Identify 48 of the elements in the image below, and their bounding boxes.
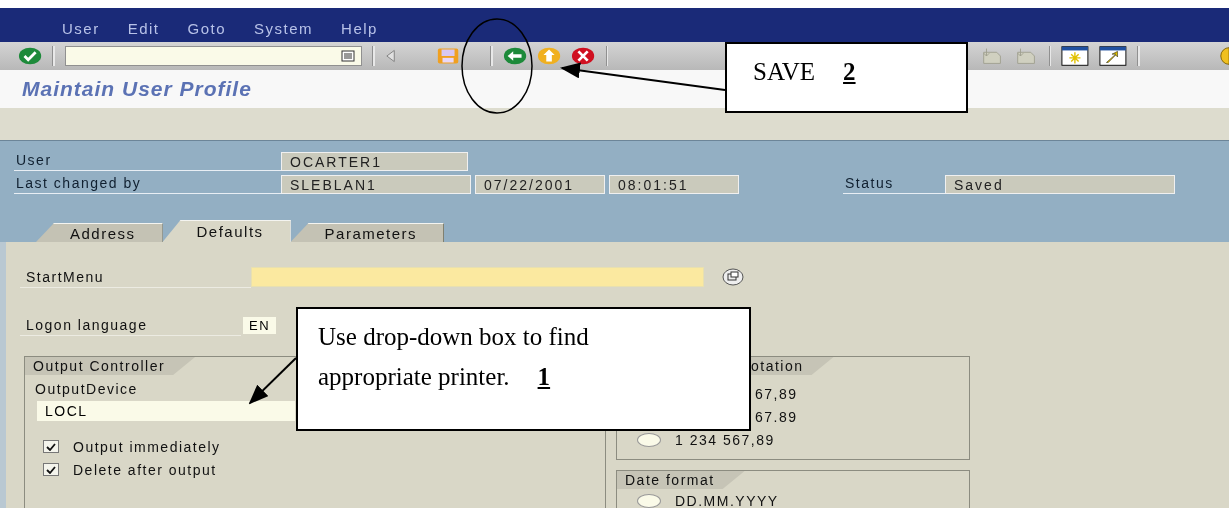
radio-button[interactable] [637,432,661,447]
command-field[interactable] [64,46,363,66]
tab[interactable]: Parameters [290,223,445,242]
menu-item[interactable]: Edit [127,20,160,37]
enter-icon[interactable] [18,46,43,66]
checkbox[interactable] [43,463,59,476]
menu-item[interactable]: Goto [187,20,227,37]
radio-label: DD.MM.YYYY [675,492,779,508]
status-value: Saved [945,174,1175,194]
new-session-icon[interactable] [1061,45,1090,67]
start-menu-field[interactable] [251,267,704,287]
tab[interactable]: Address [36,223,163,242]
checkbox[interactable] [43,440,59,453]
date-value: 07/22/2001 [475,174,605,194]
callout-text: SAVE 2 [752,57,857,87]
field-label: User [14,151,281,171]
cancel-icon[interactable] [571,46,596,66]
language-value[interactable]: EN [243,316,277,334]
history-icon[interactable] [341,50,356,62]
output-device-field[interactable]: LOCL [37,401,295,421]
help-icon[interactable] [1217,46,1229,66]
checkbox-label: Output immediately [73,438,221,455]
radio-label: 67,89 [755,385,798,402]
changed-by-value: SLEBLAN1 [281,174,471,194]
user-value: OCARTER1 [281,151,468,171]
menu-item[interactable]: Help [341,20,378,37]
field-label: Logon language [20,314,241,336]
radio-label: 67.89 [755,408,798,425]
radio-label: 1 234 567,89 [675,431,775,448]
radio-button[interactable] [637,493,661,508]
screen-title: Maintain User Profile [22,77,252,101]
menu-item[interactable]: User [62,20,100,37]
menu-item[interactable]: System [254,20,314,37]
exit-icon[interactable] [537,46,562,66]
group-title: Output Controller [25,357,196,375]
back-icon[interactable] [503,46,528,66]
shortcut-icon[interactable] [1099,45,1128,67]
callout-text: Use drop-down box to find appropriate printer. 1 [317,322,590,392]
field-label: Last changed by [14,174,281,194]
browse-button-icon[interactable] [722,268,744,286]
time-value: 08:01:51 [609,174,739,194]
checkbox-label: Delete after output [73,461,217,478]
group-title: Date format [617,471,745,489]
field-label: StartMenu [20,266,251,288]
save-icon[interactable] [436,46,461,66]
tab[interactable]: Defaults [162,220,291,242]
left-triangle-icon[interactable] [385,49,397,63]
field-label: OutputDevice [34,380,138,397]
